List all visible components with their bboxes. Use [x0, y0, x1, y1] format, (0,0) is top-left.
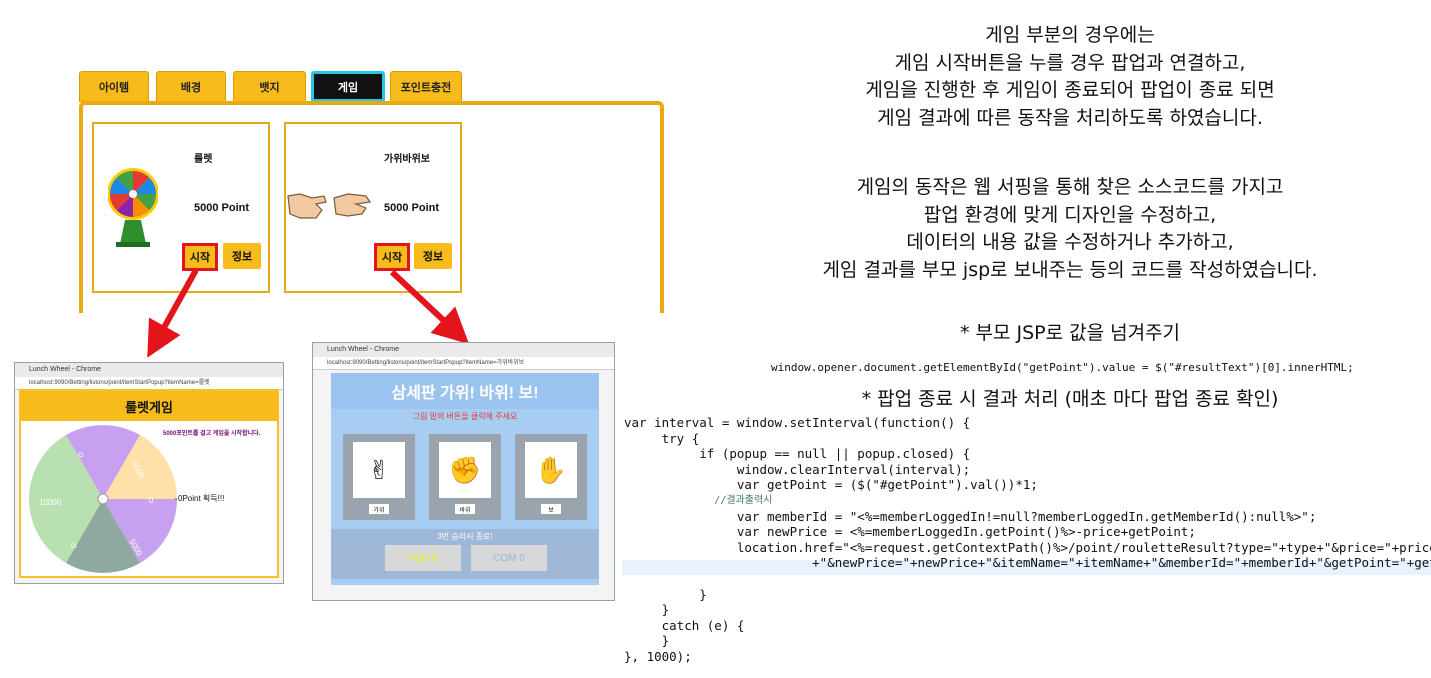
code-line: var getPoint = ($("#getPoint").val())*1;	[624, 477, 1038, 493]
choice-rock[interactable]: ✊ 바위	[429, 434, 501, 520]
choice-button[interactable]: 보	[541, 504, 561, 514]
code-line: try {	[624, 430, 700, 446]
choice-button[interactable]: 가위	[369, 504, 389, 514]
com-score: COM 0	[471, 545, 547, 571]
desc-line: 게임 결과를 부모 jsp로 보내주는 등의 코드를 작성하였습니다.	[822, 258, 1318, 281]
address-bar[interactable]: localhost:9090/Betting/listons/point/ite…	[313, 357, 614, 370]
choice-button[interactable]: 바위	[455, 504, 475, 514]
code-line: }	[624, 602, 670, 618]
code-line: if (popup == null || popup.closed) {	[624, 446, 971, 462]
code-line: +"&newPrice="+newPrice+"&itemName="+item…	[624, 555, 1431, 571]
window-title: Lunch Wheel - Chrome	[15, 363, 283, 377]
roulette-popup-window: Lunch Wheel - Chrome localhost:9090/Bett…	[14, 362, 284, 584]
description-para-1: 게임 부분의 경우에는 게임 시작버튼을 누를 경우 팝업과 연결하고, 게임을…	[735, 22, 1405, 132]
desc-line: 게임의 동작은 웹 서핑을 통해 찾은 소스코드를 가지고	[856, 176, 1284, 198]
choice-paper[interactable]: ✋ 보	[515, 434, 587, 520]
desc-line: 데이터의 내용 값을 수정하거나 추가하고,	[906, 231, 1234, 253]
score-area: 3번 승리시 종료! YOU 0 COM 0	[331, 529, 599, 579]
code-line: }, 1000);	[624, 648, 692, 664]
code-line: }	[624, 633, 670, 649]
heading-popup-close: * 팝업 종료 시 결과 처리 (매초 마다 팝업 종료 확인)	[861, 388, 1279, 410]
roulette-wheel: 0 5000 0 5000 10000 0	[29, 425, 177, 573]
paper-hand-icon: ✋	[525, 442, 577, 498]
code-block: var interval = window.setInterval(functi…	[624, 415, 1431, 665]
roulette-result: 0Point 획득!!!	[178, 494, 225, 503]
desc-line: 게임 부분의 경우에는	[985, 24, 1155, 46]
heading-parent-jsp: * 부모 JSP로 값을 넘겨주기	[959, 322, 1181, 344]
scissors-hand-icon: ✌	[353, 442, 405, 498]
roulette-notice: 5000포인트를 걸고 게임을 시작합니다.	[163, 431, 261, 437]
code-line: catch (e) {	[624, 617, 745, 633]
desc-line: 팝업 환경에 맞게 디자인을 수정하고,	[923, 203, 1217, 226]
segment-label: 0	[149, 496, 154, 505]
rps-heading: 삼세판 가위! 바위! 보!	[331, 373, 599, 409]
code-parent-jsp: window.opener.document.getElementById("g…	[771, 361, 1354, 374]
code-line: var memberId = "<%=memberLoggedIn!=null?…	[624, 508, 1317, 524]
red-arrows	[147, 268, 470, 358]
code-line: location.href="<%=request.getContextPath…	[624, 539, 1431, 555]
rps-body: 삼세판 가위! 바위! 보! 그림 밑의 버튼을 클릭해 주세요 ✌ 가위 ✊ …	[331, 373, 599, 585]
code-line: var interval = window.setInterval(functi…	[624, 415, 971, 430]
you-score: YOU 0	[385, 545, 461, 571]
segment-label: 10000	[39, 498, 62, 507]
choice-scissors[interactable]: ✌ 가위	[343, 434, 415, 520]
code-line: window.clearInterval(interval);	[624, 461, 971, 477]
desc-line: 게임 결과에 따른 동작을 처리하도록 하였습니다.	[877, 106, 1263, 129]
win-rule: 3번 승리시 종료!	[437, 532, 493, 541]
window-title: Lunch Wheel - Chrome	[313, 343, 614, 357]
desc-line: 게임 시작버튼을 누를 경우 팝업과 연결하고,	[894, 51, 1246, 74]
code-line: }	[624, 586, 707, 602]
rps-popup-window: Lunch Wheel - Chrome localhost:9090/Bett…	[312, 342, 615, 601]
rock-fist-icon: ✊	[439, 442, 491, 498]
description-para-2: 게임의 동작은 웹 서핑을 통해 찾은 소스코드를 가지고 팝업 환경에 맞게 …	[735, 174, 1405, 284]
roulette-heading: 룰렛게임	[21, 391, 277, 421]
roulette-body: 룰렛게임 5000포인트를 걸고 게임을 시작합니다. 0 5000 0 500…	[19, 389, 279, 578]
code-line: var newPrice = <%=memberLoggedIn.getPoin…	[624, 524, 1196, 540]
rps-instruction: 그림 밑의 버튼을 클릭해 주세요	[412, 412, 518, 421]
desc-line: 게임을 진행한 후 게임이 종료되어 팝업이 종료 되면	[865, 79, 1275, 101]
code-comment: //결과출력시	[624, 494, 773, 506]
arrow-to-roulette	[147, 268, 199, 358]
arrow-to-rps	[389, 269, 470, 345]
